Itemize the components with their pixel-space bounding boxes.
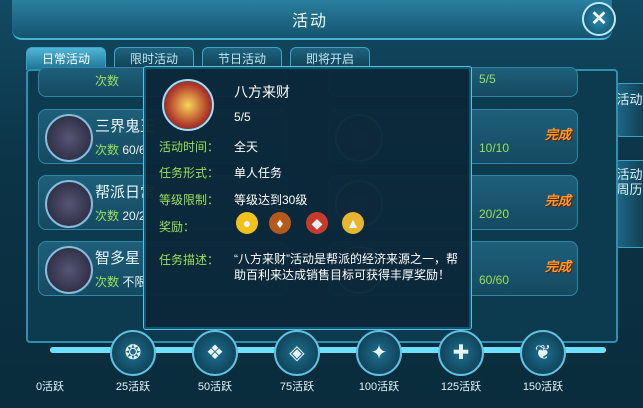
popup-activity-name: 八方来财 bbox=[234, 84, 290, 100]
level-label: 等级限制： bbox=[159, 193, 220, 207]
activity-window: 活动 ✕ 日常活动 限时活动 节日活动 即将开启 活动 活动周历 次数 5/5 … bbox=[0, 0, 643, 408]
reward-chest-75-icon[interactable]: ◈ bbox=[274, 330, 320, 376]
activity-count: 次数 60/6 bbox=[95, 141, 146, 158]
activity-name: 智多星 bbox=[95, 250, 141, 267]
ingot-icon[interactable]: ▲ bbox=[342, 212, 364, 234]
side-tab-activity[interactable]: 活动 bbox=[614, 83, 643, 137]
milestone-label: 75活跃 bbox=[279, 381, 315, 393]
reward-label: 奖励： bbox=[159, 220, 196, 234]
completed-badge: 完成 bbox=[544, 127, 571, 142]
count-label: 次数 bbox=[95, 209, 120, 223]
mode-label: 任务形式： bbox=[159, 166, 220, 180]
activity-count: 次数 不限 bbox=[95, 273, 146, 290]
activity-detail-popup: 八方来财 5/5 活动时间： 全天 任务形式： 单人任务 等级限制： 等级达到3… bbox=[143, 66, 472, 330]
count-label: 次数 bbox=[95, 275, 120, 289]
milestone-label: 50活跃 bbox=[197, 381, 233, 393]
time-value: 全天 bbox=[234, 140, 259, 154]
wise-star-icon bbox=[45, 246, 93, 294]
activity-count: 次数 20/2 bbox=[95, 207, 146, 224]
desc-text: “八方来财”活动是帮派的经济来源之一，帮助百利来达成销售目标可获得丰厚奖励！ bbox=[234, 252, 458, 282]
milestone-label: 0活跃 bbox=[35, 381, 65, 393]
reward-chest-50-icon[interactable]: ❖ bbox=[192, 330, 238, 376]
milestone-label: 25活跃 bbox=[115, 381, 151, 393]
reward-chest-125-icon[interactable]: ✚ bbox=[438, 330, 484, 376]
milestone-label: 125活跃 bbox=[440, 381, 482, 393]
count-label: 次数 bbox=[95, 143, 120, 157]
completed-badge: 完成 bbox=[544, 193, 571, 208]
popup-activity-count: 5/5 bbox=[234, 110, 251, 124]
milestone-label: 100活跃 bbox=[358, 381, 400, 393]
activity-count: 5/5 bbox=[479, 72, 496, 86]
activity-count-label: 次数 bbox=[95, 74, 120, 88]
milestone-label: 150活跃 bbox=[522, 381, 564, 393]
fortune-bag-icon bbox=[162, 79, 214, 131]
reward-chest-25-icon[interactable]: ❂ bbox=[110, 330, 156, 376]
time-label: 活动时间： bbox=[159, 140, 220, 154]
reward-chest-100-icon[interactable]: ✦ bbox=[356, 330, 402, 376]
activity-count: 20/20 bbox=[479, 207, 510, 221]
window-title: 活动 bbox=[291, 13, 328, 30]
side-tab-weekly[interactable]: 活动周历 bbox=[614, 160, 643, 248]
activity-count: 60/60 bbox=[479, 273, 510, 287]
guild-book-icon bbox=[45, 180, 93, 228]
ghost-king-icon bbox=[45, 114, 93, 162]
pouch-icon[interactable]: ♦ bbox=[269, 212, 291, 234]
completed-badge: 完成 bbox=[544, 259, 571, 274]
close-button[interactable]: ✕ bbox=[582, 2, 616, 36]
reward-chest-150-icon[interactable]: ❦ bbox=[520, 330, 566, 376]
mode-value: 单人任务 bbox=[234, 166, 283, 180]
desc-label: 任务描述： bbox=[159, 253, 220, 267]
activity-count: 10/10 bbox=[479, 141, 510, 155]
level-value: 等级达到30级 bbox=[234, 193, 308, 207]
treasure-icon[interactable]: ◆ bbox=[306, 212, 328, 234]
coin-icon[interactable]: ● bbox=[236, 212, 258, 234]
